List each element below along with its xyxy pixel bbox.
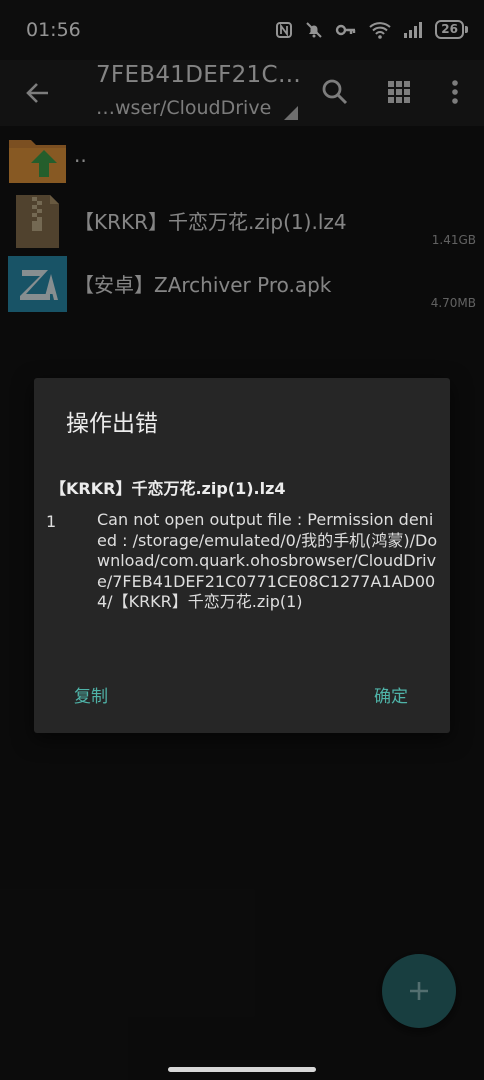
error-message: Can not open output file : Permission de… [97, 510, 438, 611]
gesture-nav-handle[interactable] [168, 1067, 316, 1072]
dialog-title: 操作出错 [66, 411, 158, 437]
confirm-button[interactable]: 确定 [374, 682, 408, 707]
error-index: 1 [46, 512, 57, 531]
error-dialog: 操作出错 【KRKR】千恋万花.zip(1).lz4 1 Can not ope… [34, 378, 450, 733]
copy-button[interactable]: 复制 [74, 682, 108, 707]
dialog-filename: 【KRKR】千恋万花.zip(1).lz4 [50, 479, 286, 498]
